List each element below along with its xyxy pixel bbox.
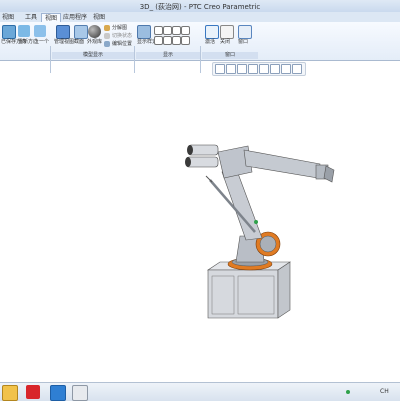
folder-icon[interactable] [2, 385, 18, 401]
taskbar: CH [0, 382, 400, 401]
input-language-indicator[interactable]: CH [380, 388, 389, 395]
tray-status-icon[interactable] [346, 390, 350, 394]
app-icon[interactable] [50, 385, 66, 401]
pdf-icon[interactable] [26, 385, 40, 399]
creo-icon[interactable] [72, 385, 88, 401]
robot-arm-model[interactable] [0, 0, 400, 400]
